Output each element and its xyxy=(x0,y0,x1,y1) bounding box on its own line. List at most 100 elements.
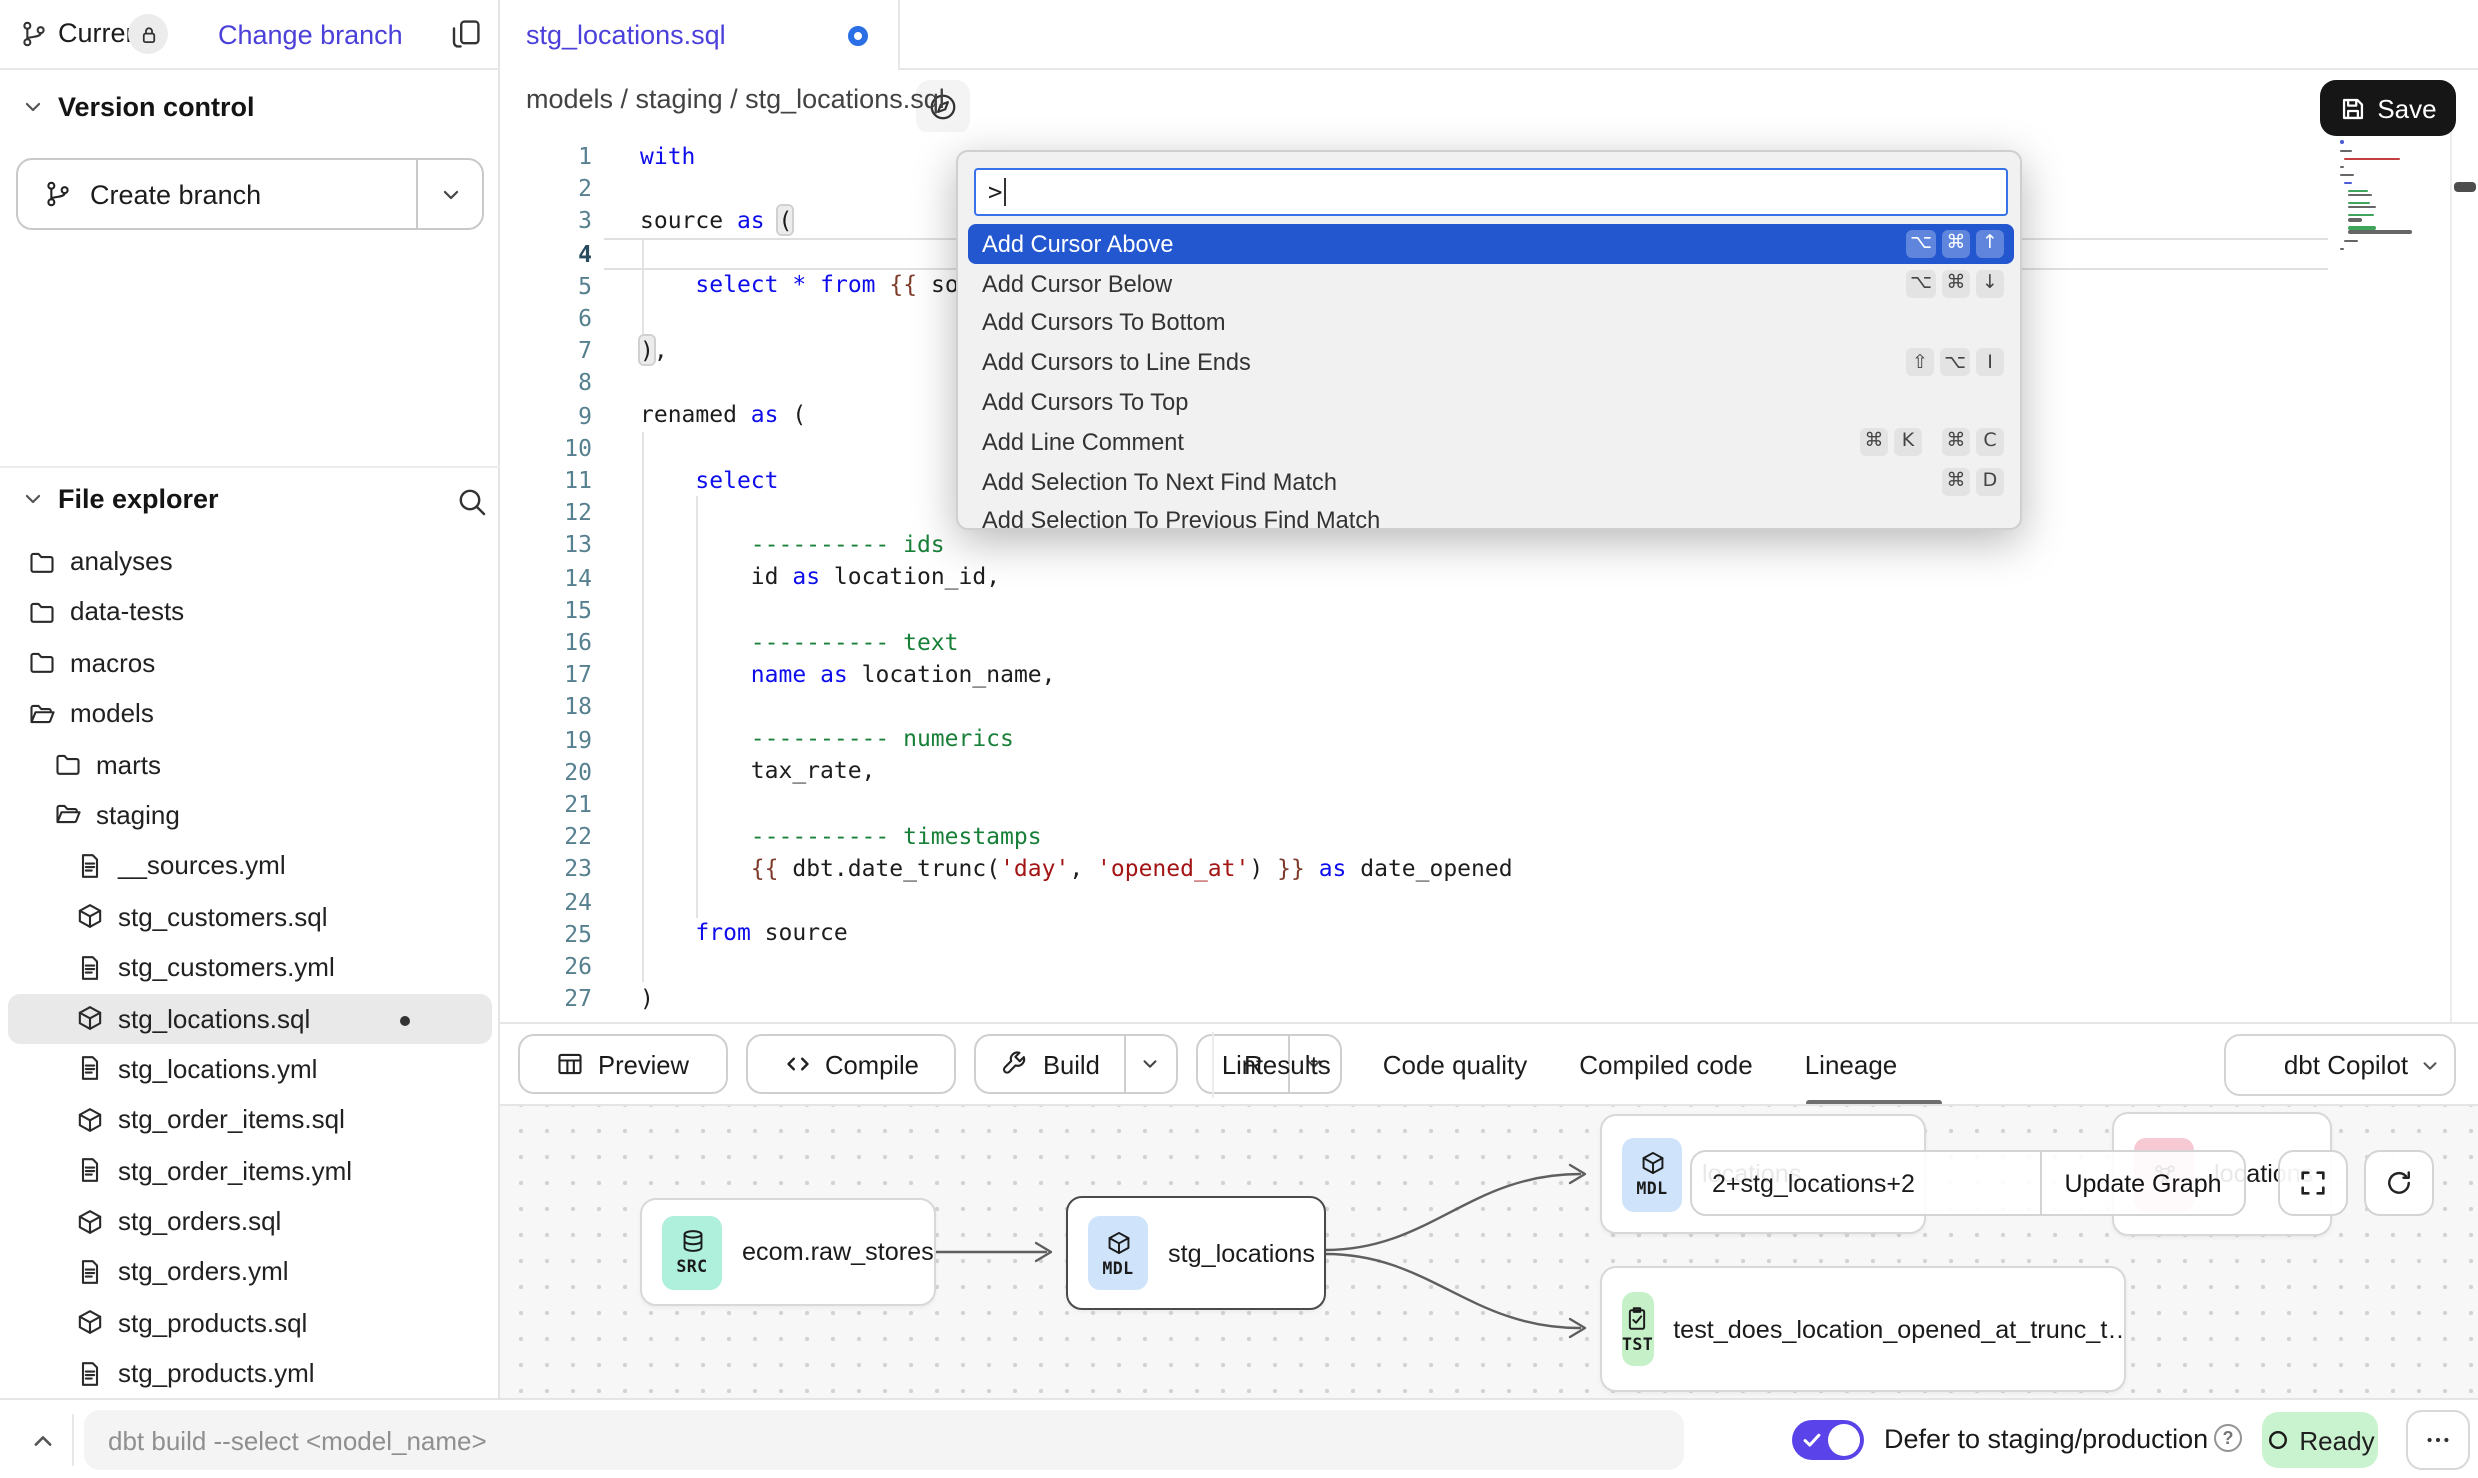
file-explorer-header[interactable]: File explorer xyxy=(22,484,219,514)
folder-icon xyxy=(54,750,82,778)
command-input[interactable]: dbt build --select <model_name> xyxy=(84,1410,1684,1470)
preview-label: Preview xyxy=(598,1049,689,1079)
version-control-header[interactable]: Version control xyxy=(22,92,255,122)
lineage-filter-input[interactable]: 2+stg_locations+2 xyxy=(1692,1152,2040,1214)
help-icon[interactable]: ? xyxy=(2214,1424,2242,1452)
palette-item-add-cursors-to-top[interactable]: Add Cursors To Top xyxy=(958,382,2022,422)
keycap: ⌥ xyxy=(1906,230,1936,258)
modified-dot-icon xyxy=(400,1015,410,1025)
model-node[interactable]: MDLstg_locations xyxy=(1066,1196,1326,1310)
change-branch-link[interactable]: Change branch xyxy=(218,20,403,50)
palette-item-label: Add Cursors to Line Ends xyxy=(982,349,1906,377)
keycap: ⌘ xyxy=(1942,428,1970,456)
collapse-panel-button[interactable] xyxy=(20,1418,64,1462)
file-item-label: analyses xyxy=(70,546,173,576)
source-node-badge: SRC xyxy=(662,1215,722,1289)
copy-icon[interactable] xyxy=(450,18,482,50)
folder-open-icon xyxy=(54,801,82,829)
code-line-25: 25 from source xyxy=(500,918,2478,950)
text-cursor xyxy=(1004,178,1006,206)
check-icon xyxy=(1800,1428,1824,1452)
tab-code-quality[interactable]: Code quality xyxy=(1383,1049,1528,1079)
file-icon xyxy=(76,852,104,880)
more-options-button[interactable] xyxy=(2406,1410,2470,1470)
tab-stg-locations[interactable]: stg_locations.sql xyxy=(500,0,900,70)
shortcut-keys: ⌘D xyxy=(1942,467,2004,495)
file-item-stg-orders-sql[interactable]: stg_orders.sql xyxy=(0,1196,500,1247)
chevron-down-icon xyxy=(2420,1055,2440,1075)
defer-toggle[interactable] xyxy=(1792,1420,1864,1460)
keycap: ⇧ xyxy=(1906,349,1934,377)
floppy-icon xyxy=(2339,95,2365,121)
code-line-26: 26 xyxy=(500,950,2478,982)
file-item-marts[interactable]: marts xyxy=(0,739,500,790)
file-item-stg-locations-sql[interactable]: stg_locations.sql xyxy=(8,993,492,1044)
tab-lineage[interactable]: Lineage xyxy=(1805,1049,1898,1079)
update-graph-button[interactable]: Update Graph xyxy=(2040,1152,2244,1214)
folder-open-icon xyxy=(28,699,56,727)
palette-item-label: Add Selection To Previous Find Match xyxy=(982,507,2004,530)
fullscreen-button[interactable] xyxy=(2278,1150,2348,1216)
file-item-data-tests[interactable]: data-tests xyxy=(0,587,500,638)
minimap[interactable] xyxy=(2340,140,2412,256)
file-item-staging[interactable]: staging xyxy=(0,790,500,841)
breadcrumb: models / staging / stg_locations.sql xyxy=(526,84,945,114)
keycap: ↑ xyxy=(1976,230,2004,258)
palette-item-add-cursor-below[interactable]: Add Cursor Below⌥⌘↓ xyxy=(958,264,2022,304)
tab-label: stg_locations.sql xyxy=(526,20,726,50)
file-item-macros[interactable]: macros xyxy=(0,638,500,689)
palette-item-add-cursors-to-line-ends[interactable]: Add Cursors to Line Ends⇧⌥I xyxy=(958,343,2022,383)
palette-item-add-cursor-above[interactable]: Add Cursor Above⌥⌘↑ xyxy=(968,224,2014,264)
build-dropdown[interactable] xyxy=(1124,1036,1176,1092)
file-item-stg-order-items-sql[interactable]: stg_order_items.sql xyxy=(0,1095,500,1146)
file-item-label: stg_customers.yml xyxy=(118,952,335,982)
new-tab-button[interactable] xyxy=(2410,18,2444,52)
chevron-down-icon xyxy=(1141,1054,1161,1074)
file-item-label: stg_orders.yml xyxy=(118,1257,289,1287)
statusbar-divider xyxy=(72,1414,74,1466)
palette-item-label: Add Cursors To Bottom xyxy=(982,309,2004,337)
file-item-label: stg_orders.sql xyxy=(118,1206,281,1236)
create-branch-button[interactable]: Create branch xyxy=(16,158,484,230)
cube-icon xyxy=(76,1106,104,1134)
lineage-panel[interactable]: SRCecom.raw_storesMDLstg_locationsMDLloc… xyxy=(500,1104,2478,1398)
build-button[interactable]: Build xyxy=(975,1034,1178,1094)
file-item-stg-customers-sql[interactable]: stg_customers.sql xyxy=(0,891,500,942)
compile-button[interactable]: Compile xyxy=(745,1034,957,1094)
lock-icon xyxy=(137,23,159,45)
command-palette-input[interactable]: > xyxy=(974,168,2008,216)
shortcut-keys: ⌥⌘↓ xyxy=(1906,269,2004,297)
test-node[interactable]: TSTtest_does_location_opened_at_trunc_t… xyxy=(1600,1266,2126,1392)
sidebar: Current Change branch Version control Cr… xyxy=(0,0,500,1398)
file-item-stg-locations-yml[interactable]: stg_locations.yml xyxy=(0,1044,500,1095)
dbt-copilot-button[interactable]: dbt Copilot xyxy=(2224,1034,2456,1096)
cube-icon xyxy=(76,1309,104,1337)
file-item-stg-products-sql[interactable]: stg_products.sql xyxy=(0,1298,500,1349)
status-badge[interactable]: Ready xyxy=(2262,1412,2378,1468)
tab-results[interactable]: Results xyxy=(1244,1049,1331,1079)
file-item-stg-order-items-yml[interactable]: stg_order_items.yml xyxy=(0,1145,500,1196)
palette-query: > xyxy=(988,178,1002,206)
create-branch-dropdown[interactable] xyxy=(416,160,482,228)
palette-item-add-selection-to-next-find-match[interactable]: Add Selection To Next Find Match⌘D xyxy=(958,462,2022,502)
file-item--sources-yml[interactable]: __sources.yml xyxy=(0,841,500,892)
file-item-stg-products-yml[interactable]: stg_products.yml xyxy=(0,1349,500,1399)
file-item-stg-orders-yml[interactable]: stg_orders.yml xyxy=(0,1247,500,1298)
palette-item-add-line-comment[interactable]: Add Line Comment⌘K⌘C xyxy=(958,422,2022,462)
code-line-18: 18 xyxy=(500,691,2478,723)
palette-item-add-cursors-to-bottom[interactable]: Add Cursors To Bottom xyxy=(958,303,2022,343)
file-item-stg-customers-yml[interactable]: stg_customers.yml xyxy=(0,942,500,993)
file-item-models[interactable]: models xyxy=(0,688,500,739)
indent-guide xyxy=(696,496,698,917)
save-button[interactable]: Save xyxy=(2320,80,2456,136)
search-icon[interactable] xyxy=(456,486,488,518)
scrollbar-thumb[interactable] xyxy=(2454,182,2476,192)
tab-compiled-code[interactable]: Compiled code xyxy=(1579,1049,1752,1079)
keycap: ⌘ xyxy=(1860,428,1888,456)
palette-item-add-selection-to-previous-find-match[interactable]: Add Selection To Previous Find Match xyxy=(958,501,2022,530)
palette-item-label: Add Cursors To Top xyxy=(982,388,2004,416)
file-item-analyses[interactable]: analyses xyxy=(0,536,500,587)
refresh-button[interactable] xyxy=(2364,1150,2434,1216)
source-node[interactable]: SRCecom.raw_stores xyxy=(640,1198,936,1306)
preview-button[interactable]: Preview xyxy=(518,1034,727,1094)
